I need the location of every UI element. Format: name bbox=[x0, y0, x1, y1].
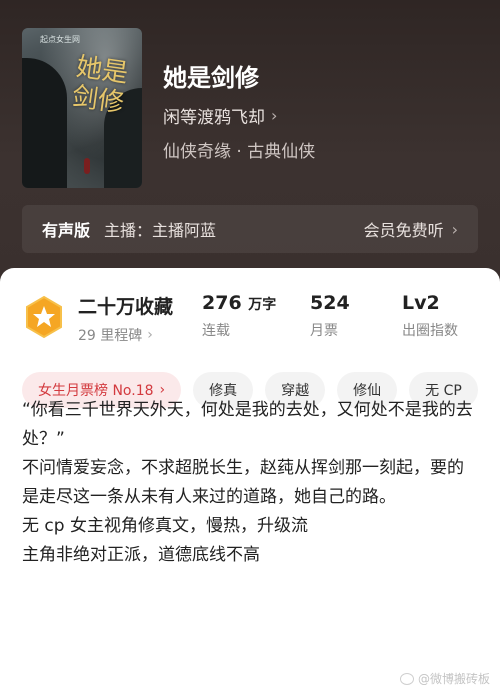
book-description: “你看三千世界天外天，何处是我的去处，又何处不是我的去处？” 不问情爱妄念，不求… bbox=[22, 396, 478, 570]
author-name: 闲等渡鸦飞却 bbox=[163, 108, 265, 128]
book-title: 她是剑修 bbox=[163, 64, 259, 92]
description-line: 无 cp 女主视角修真文，慢热，升级流 bbox=[22, 516, 308, 536]
book-cover[interactable]: 起点女生网 她是剑修 bbox=[22, 28, 142, 188]
chevron-right-icon: › bbox=[271, 106, 278, 125]
cover-figure bbox=[84, 158, 90, 174]
monthly-votes-stat[interactable]: 524 月票 bbox=[310, 292, 350, 340]
cover-publisher-logo: 起点女生网 bbox=[40, 35, 80, 44]
weibo-icon bbox=[399, 672, 414, 685]
collections-value: 二十万收藏 bbox=[78, 296, 174, 318]
watermark: @微博搬砖板 bbox=[399, 670, 490, 687]
chevron-right-icon: › bbox=[451, 219, 458, 239]
description-line: “你看三千世界天外天，何处是我的去处，又何处不是我的去处？” bbox=[22, 400, 473, 449]
popularity-stat[interactable]: Lv2 出圈指数 bbox=[402, 292, 458, 340]
popularity-level: Lv2 bbox=[402, 292, 440, 314]
popularity-label: 出圈指数 bbox=[402, 323, 458, 339]
milestone-label: 29 里程碑 bbox=[78, 328, 143, 344]
word-count-value: 276 bbox=[202, 292, 242, 314]
author-link[interactable]: 闲等渡鸦飞却 › bbox=[163, 103, 277, 128]
description-line: 主角非绝对正派，道德底线不高 bbox=[22, 545, 260, 565]
monthly-votes-value: 524 bbox=[310, 292, 350, 314]
book-genres: 仙侠奇缘 · 古典仙侠 bbox=[163, 142, 316, 162]
member-free-listen[interactable]: 会员免费听 › bbox=[364, 217, 458, 241]
collections-stat[interactable]: 二十万收藏 29 里程碑 › bbox=[78, 292, 173, 345]
description-line: 不问情爱妄念，不求超脱长生，赵莼从挥剑那一刻起，要的是走尽这一条从未有人来过的道… bbox=[22, 458, 464, 507]
cover-title-art: 她是剑修 bbox=[70, 52, 130, 119]
book-header: 起点女生网 她是剑修 她是剑修 闲等渡鸦飞却 › 仙侠奇缘 · 古典仙侠 有声版… bbox=[0, 0, 500, 290]
word-count-unit: 万字 bbox=[248, 297, 277, 313]
audio-label: 有声版 bbox=[42, 221, 91, 240]
watermark-text: @微博搬砖板 bbox=[417, 672, 490, 686]
serial-status: 连载 bbox=[202, 323, 230, 339]
star-badge-icon bbox=[26, 295, 62, 339]
stats-row: 二十万收藏 29 里程碑 › 276 万字 连载 524 月票 Lv2 出圈指数 bbox=[0, 268, 500, 358]
audio-anchor: 主播：主播阿蓝 bbox=[104, 221, 217, 240]
milestone-link[interactable]: 29 里程碑 › bbox=[78, 325, 173, 345]
book-info-card: 二十万收藏 29 里程碑 › 276 万字 连载 524 月票 Lv2 出圈指数… bbox=[0, 268, 500, 693]
cover-rock-left bbox=[22, 58, 67, 188]
monthly-votes-label: 月票 bbox=[310, 323, 338, 339]
member-free-label: 会员免费听 bbox=[363, 221, 444, 240]
word-count-stat: 276 万字 连载 bbox=[202, 292, 276, 340]
chevron-right-icon: › bbox=[147, 327, 153, 343]
audio-version-bar[interactable]: 有声版 主播：主播阿蓝 会员免费听 › bbox=[22, 205, 478, 253]
